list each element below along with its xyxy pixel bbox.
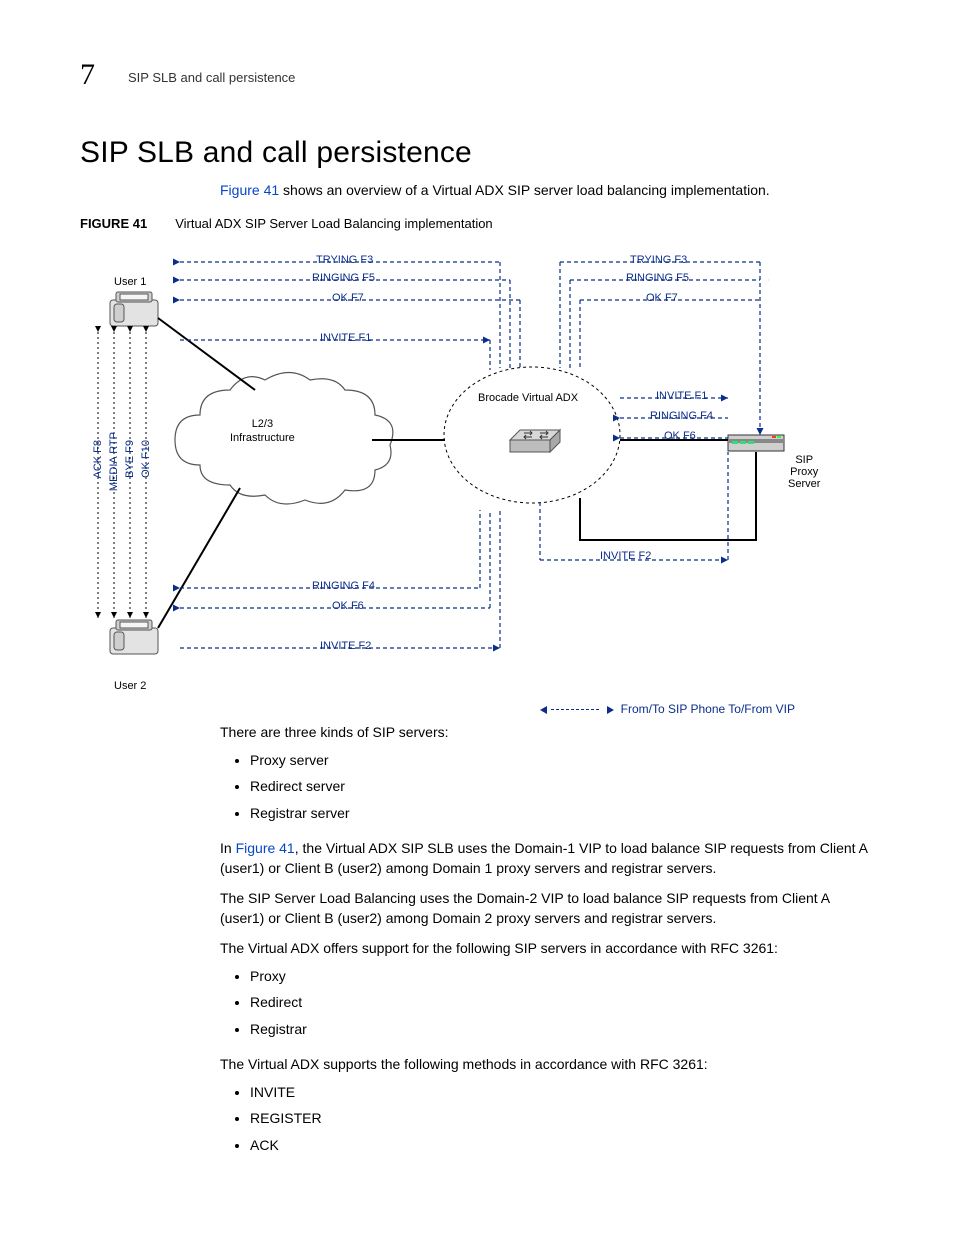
- flow-label-vertical: ACK F8: [92, 440, 104, 479]
- flow-label-vertical: OK F10: [140, 440, 152, 478]
- flow-label: RINGING F4: [312, 580, 375, 592]
- flow-label: TRYING F3: [630, 254, 687, 266]
- flow-label-vertical: BYE F9: [124, 440, 136, 478]
- flow-label: RINGING F5: [626, 272, 689, 284]
- list-item: ACK: [250, 1135, 870, 1155]
- flow-label: INVITE F2: [600, 550, 651, 562]
- text: In: [220, 840, 236, 856]
- paragraph: The Virtual ADX offers support for the f…: [220, 938, 870, 958]
- node-user2-label: User 2: [114, 680, 146, 692]
- paragraph: In Figure 41, the Virtual ADX SIP SLB us…: [220, 838, 870, 879]
- bullet-list: INVITE REGISTER ACK: [220, 1082, 870, 1155]
- figure-label: FIGURE 41 Virtual ADX SIP Server Load Bal…: [80, 216, 493, 231]
- paragraph: There are three kinds of SIP servers:: [220, 722, 870, 742]
- flow-label: OK F6: [332, 600, 364, 612]
- list-item: Proxy: [250, 966, 870, 986]
- figure-reference-link[interactable]: Figure 41: [220, 182, 279, 198]
- list-item: Registrar: [250, 1019, 870, 1039]
- list-item: Registrar server: [250, 803, 870, 823]
- flow-label: TRYING F3: [316, 254, 373, 266]
- flow-label: OK F7: [332, 292, 364, 304]
- list-item: REGISTER: [250, 1108, 870, 1128]
- figure-number: FIGURE 41: [80, 216, 147, 231]
- list-item: Redirect server: [250, 776, 870, 796]
- node-cloud-label: L2/3Infrastructure: [230, 418, 295, 446]
- paragraph: The Virtual ADX supports the following m…: [220, 1054, 870, 1074]
- flow-label: RINGING F5: [312, 272, 375, 284]
- dash-icon: [551, 709, 599, 710]
- chapter-number: 7: [80, 58, 95, 92]
- figure-reference-link[interactable]: Figure 41: [236, 840, 295, 856]
- list-item: INVITE: [250, 1082, 870, 1102]
- paragraph: The SIP Server Load Balancing uses the D…: [220, 888, 870, 929]
- figure-legend: From/To SIP Phone To/From VIP: [540, 702, 795, 716]
- bullet-list: Proxy server Redirect server Registrar s…: [220, 750, 870, 823]
- flow-label: INVITE F1: [320, 332, 371, 344]
- flow-label-vertical: MEDIA RTP: [108, 432, 120, 491]
- node-adx-label: Brocade Virtual ADX: [478, 392, 578, 404]
- flow-label: INVITE F1: [656, 390, 707, 402]
- arrow-left-icon: [540, 706, 547, 714]
- running-head: SIP SLB and call persistence: [128, 70, 295, 85]
- node-proxy-label: SIPProxyServer: [788, 454, 820, 490]
- page: 7 SIP SLB and call persistence SIP SLB a…: [0, 0, 954, 1235]
- flow-label: RINGING F4: [650, 410, 713, 422]
- intro-paragraph: Figure 41 shows an overview of a Virtual…: [220, 182, 770, 198]
- bullet-list: Proxy Redirect Registrar: [220, 966, 870, 1039]
- legend-text: From/To SIP Phone To/From VIP: [621, 702, 795, 716]
- flow-label: OK F7: [646, 292, 678, 304]
- figure-caption: Virtual ADX SIP Server Load Balancing im…: [175, 216, 492, 231]
- intro-text: shows an overview of a Virtual ADX SIP s…: [279, 182, 770, 198]
- arrow-right-icon: [607, 706, 614, 714]
- figure-diagram: User 1 User 2 L2/3Infrastructure Brocade…: [80, 240, 870, 720]
- text: , the Virtual ADX SIP SLB uses the Domai…: [220, 840, 867, 876]
- node-user1-label: User 1: [114, 276, 146, 288]
- flow-label: OK F6: [664, 430, 696, 442]
- page-title: SIP SLB and call persistence: [80, 136, 472, 170]
- list-item: Redirect: [250, 992, 870, 1012]
- list-item: Proxy server: [250, 750, 870, 770]
- flow-label: INVITE F2: [320, 640, 371, 652]
